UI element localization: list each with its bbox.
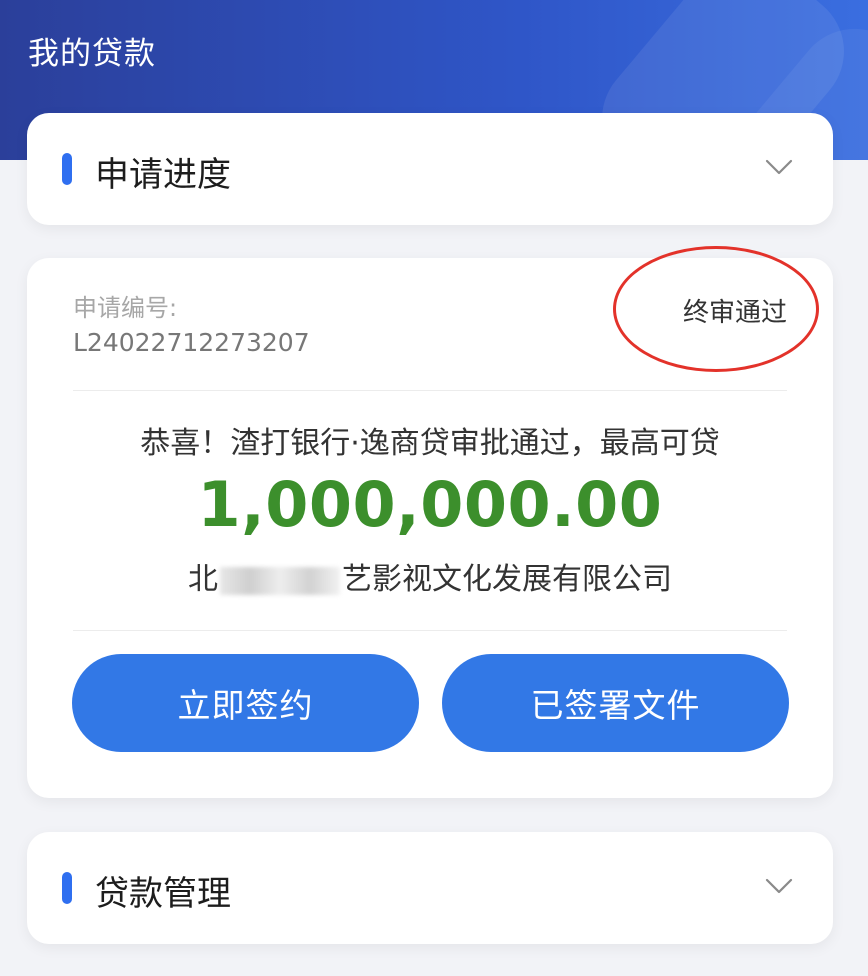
section-title: 贷款管理 xyxy=(95,874,231,914)
loan-management-section[interactable]: 贷款管理 xyxy=(27,832,833,944)
application-number-label: 申请编号: xyxy=(73,294,178,322)
approval-message: 恭喜！渣打银行·逸商贷审批通过，最高可贷 xyxy=(140,426,720,461)
company-name-suffix: 艺影视文化发展有限公司 xyxy=(342,562,672,597)
chevron-down-icon[interactable] xyxy=(765,876,793,896)
approved-amount: 1,000,000.00 xyxy=(197,468,663,541)
section-title: 申请进度 xyxy=(95,155,231,195)
sign-now-button[interactable]: 立即签约 xyxy=(72,654,419,752)
page-title: 我的贷款 xyxy=(28,36,156,72)
divider xyxy=(73,390,787,391)
signed-documents-button[interactable]: 已签署文件 xyxy=(442,654,789,752)
company-name: 北 艺影视文化发展有限公司 xyxy=(27,554,833,598)
application-progress-section[interactable]: 申请进度 xyxy=(27,113,833,225)
loan-application-card: 申请编号: L24022712273207 终审通过 恭喜！渣打银行·逸商贷审批… xyxy=(27,246,833,798)
chevron-down-icon[interactable] xyxy=(765,157,793,177)
section-accent-bar xyxy=(62,153,72,185)
section-accent-bar xyxy=(62,872,72,904)
status-annotation-circle xyxy=(613,246,819,372)
redacted-blur xyxy=(220,566,340,595)
company-name-prefix: 北 xyxy=(188,562,218,597)
application-number: L24022712273207 xyxy=(73,328,310,357)
divider xyxy=(73,630,787,631)
